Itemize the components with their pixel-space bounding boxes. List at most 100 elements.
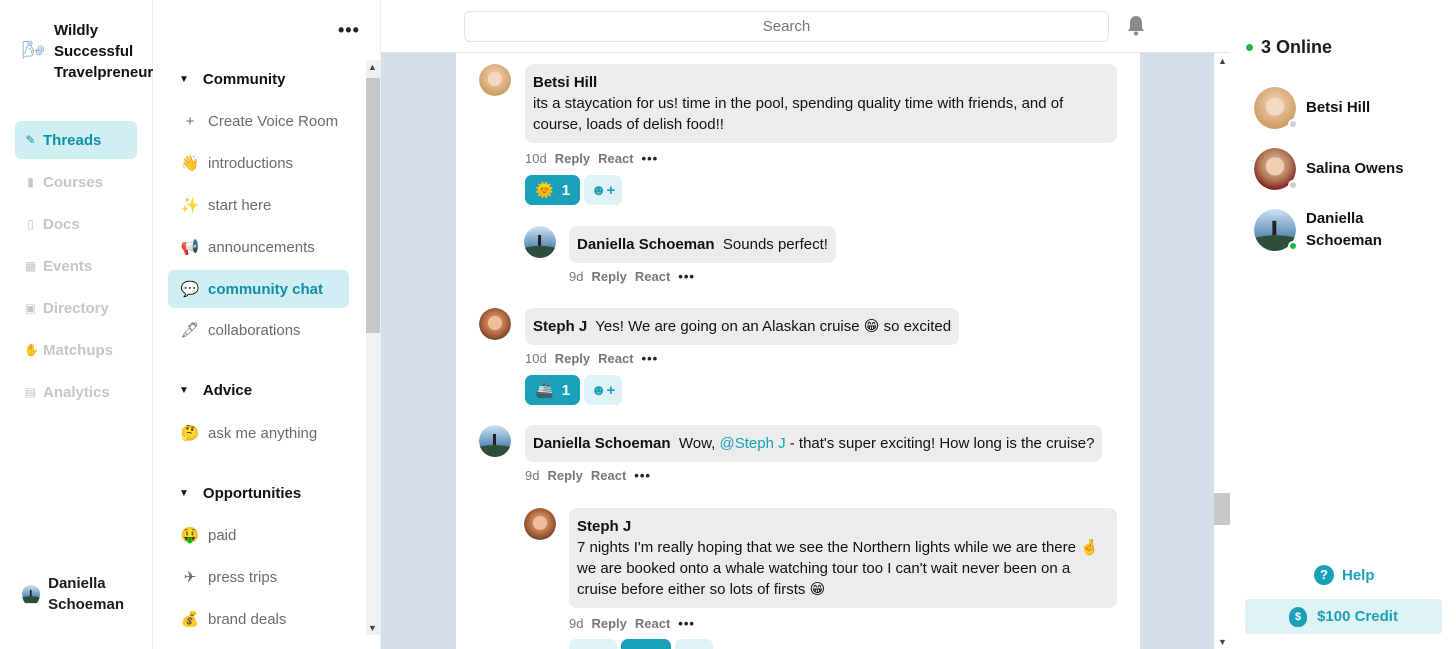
reply-button[interactable]: Reply: [591, 616, 626, 631]
channel-label: Create Voice Room: [208, 112, 339, 130]
search-input[interactable]: [464, 11, 1109, 42]
nav-label: Courses: [43, 173, 104, 191]
scroll-down-arrow-icon[interactable]: ▼: [1218, 637, 1227, 647]
reaction-pill[interactable]: 🚢 1: [525, 375, 581, 405]
online-member[interactable]: Daniella Schoeman: [1254, 208, 1406, 252]
speech-bubble-icon: 💬: [180, 281, 200, 298]
avatar: [22, 584, 41, 604]
avatar[interactable]: [479, 64, 511, 96]
nav-item-analytics[interactable]: ▤ Analytics: [15, 373, 137, 411]
reply-button[interactable]: Reply: [555, 351, 590, 366]
message-author[interactable]: Daniella Schoeman: [533, 435, 671, 452]
nav-list: ✎ Threads ▮ Courses ▯ Docs ▦ Events ▣ Directo…: [15, 121, 137, 415]
message-author[interactable]: Steph J: [533, 318, 587, 335]
more-options-button[interactable]: •••: [678, 269, 695, 284]
more-options-button[interactable]: •••: [634, 468, 651, 483]
help-button[interactable]: ? Help: [1314, 565, 1375, 585]
online-member[interactable]: Betsi Hill: [1254, 87, 1370, 129]
react-button[interactable]: React: [591, 468, 626, 483]
member-name: Betsi Hill: [1306, 99, 1371, 116]
thread-scrollbar[interactable]: ▲ ▼: [1214, 53, 1230, 649]
brand[interactable]: 🌬 Wildly Successful Travelpreneurs: [22, 20, 164, 83]
contact-card-icon: ▣: [24, 301, 37, 315]
react-button[interactable]: React: [635, 269, 670, 284]
message-bubble: Steph J Yes! We are going on an Alaskan …: [525, 308, 960, 345]
more-options-button[interactable]: •••: [642, 151, 659, 166]
channel-introductions[interactable]: 👋 introductions: [168, 144, 349, 182]
channel-label: collaborations: [208, 321, 301, 339]
nav-item-courses[interactable]: ▮ Courses: [15, 163, 137, 201]
reaction-pill[interactable]: [621, 639, 671, 649]
message-age: 10d: [525, 351, 547, 366]
reply-button[interactable]: Reply: [591, 269, 626, 284]
channel-label: press trips: [208, 568, 278, 586]
channel-announcements[interactable]: 📢 announcements: [168, 228, 349, 266]
nav-item-docs[interactable]: ▯ Docs: [15, 205, 137, 243]
reaction-pill[interactable]: 🌞 1: [525, 175, 581, 205]
message-bubble: Betsi Hill its a staycation for us! time…: [525, 64, 1117, 143]
message-meta: 10d Reply React •••: [525, 151, 658, 166]
more-options-button[interactable]: •••: [678, 616, 695, 631]
nav-item-matchups[interactable]: ✋ Matchups: [15, 331, 137, 369]
channel-community-chat[interactable]: 💬 community chat: [168, 270, 349, 308]
channel-paid[interactable]: 🤑 paid: [168, 516, 349, 554]
nav-item-events[interactable]: ▦ Events: [15, 247, 137, 285]
channel-brand-deals[interactable]: 💰 brand deals: [168, 600, 349, 638]
mention-link[interactable]: @Steph J: [719, 435, 785, 452]
avatar[interactable]: [479, 308, 511, 340]
reaction-count: 1: [561, 381, 571, 399]
add-reaction-button[interactable]: ☻+: [584, 375, 623, 405]
section-opportunities[interactable]: ▼ Opportunities: [179, 485, 301, 502]
megaphone-icon: 📢: [180, 239, 200, 256]
channel-label: introductions: [208, 154, 294, 172]
react-button[interactable]: React: [635, 616, 670, 631]
more-options-button[interactable]: •••: [642, 351, 659, 366]
react-button[interactable]: React: [598, 351, 633, 366]
reaction-pill[interactable]: [569, 639, 617, 649]
section-community[interactable]: ▼ Community: [179, 71, 285, 88]
message-author[interactable]: Daniella Schoeman: [577, 236, 715, 253]
nav-label: Analytics: [43, 383, 110, 401]
more-options-button[interactable]: •••: [338, 20, 360, 41]
section-advice[interactable]: ▼ Advice: [179, 382, 252, 399]
message-meta: 9d Reply React •••: [569, 616, 695, 631]
reaction-row: [569, 639, 713, 649]
message-text: Sounds perfect!: [722, 236, 828, 253]
online-member[interactable]: Salina Owens: [1254, 148, 1404, 190]
avatar[interactable]: [524, 226, 556, 258]
add-reaction-button[interactable]: [675, 639, 713, 649]
message-age: 10d: [525, 151, 547, 166]
current-user[interactable]: Daniella Schoeman: [22, 573, 152, 615]
ship-icon: 🚢: [535, 382, 554, 399]
message-text: 7 nights I'm really hoping that we see t…: [577, 539, 1099, 598]
scrollbar-thumb[interactable]: [366, 78, 380, 333]
reply-button[interactable]: Reply: [555, 151, 590, 166]
react-button[interactable]: React: [598, 151, 633, 166]
top-bar: [381, 0, 1230, 53]
channel-ask-me-anything[interactable]: 🤔 ask me anything: [168, 414, 349, 452]
channel-scrollbar[interactable]: ▲ ▼: [366, 60, 380, 635]
member-name: Salina Owens: [1306, 160, 1404, 177]
credit-button[interactable]: $ $100 Credit: [1245, 599, 1442, 634]
channel-start-here[interactable]: ✨ start here: [168, 186, 349, 224]
avatar[interactable]: [479, 425, 511, 457]
scroll-down-arrow-icon[interactable]: ▼: [368, 623, 377, 633]
bell-icon[interactable]: [1126, 14, 1146, 36]
channel-collaborations[interactable]: 🖋 collaborations: [168, 311, 349, 349]
scrollbar-thumb[interactable]: [1214, 493, 1230, 525]
add-reaction-button[interactable]: ☻+: [584, 175, 623, 205]
nav-item-directory[interactable]: ▣ Directory: [15, 289, 137, 327]
money-bag-icon: 💰: [180, 611, 200, 628]
app-window: 🌬 Wildly Successful Travelpreneurs ✎ Thre…: [0, 0, 1456, 649]
nav-item-threads[interactable]: ✎ Threads: [15, 121, 137, 159]
message-author[interactable]: Steph J: [577, 518, 631, 535]
create-voice-room-button[interactable]: + Create Voice Room: [168, 102, 349, 140]
question-icon: ?: [1314, 565, 1334, 585]
scroll-up-arrow-icon[interactable]: ▲: [1218, 56, 1227, 66]
scroll-up-arrow-icon[interactable]: ▲: [368, 62, 377, 72]
avatar[interactable]: [524, 508, 556, 540]
reply-button[interactable]: Reply: [547, 468, 582, 483]
channel-press-trips[interactable]: ✈ press trips: [168, 558, 349, 596]
plus-icon: +: [185, 112, 195, 130]
message-author[interactable]: Betsi Hill: [533, 74, 597, 91]
